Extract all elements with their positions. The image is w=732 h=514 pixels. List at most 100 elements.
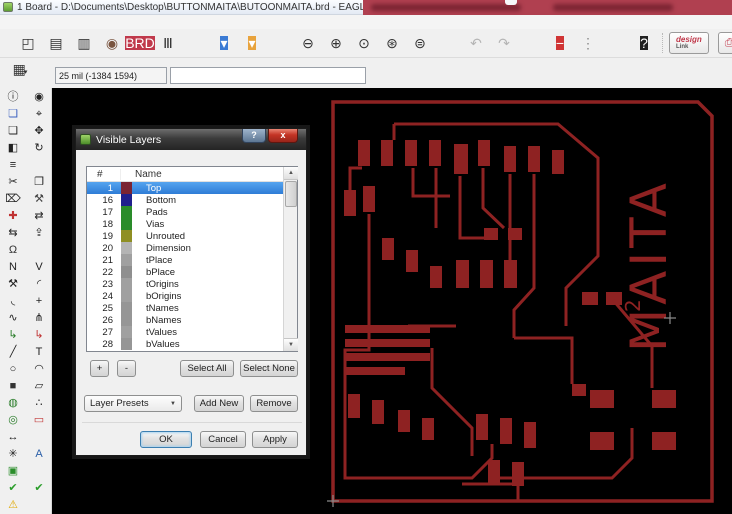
miter-corner-icon[interactable]: ◟ [0,293,26,310]
add-layer-plus-button[interactable]: + [90,360,109,377]
layer-row-vias[interactable]: 18 Vias [87,218,297,230]
show-eye-icon[interactable]: ◉ [26,89,52,106]
layer-row-torigins[interactable]: 23 tOrigins [87,278,297,290]
layer-row-bvalues[interactable]: 28 bValues [87,338,297,350]
move-icon[interactable]: ✥ [26,123,52,140]
layer-row-borigins[interactable]: 24 bOrigins [87,290,297,302]
copy-icon[interactable]: ❐ [26,174,52,191]
unlock-icon[interactable]: ⇪ [26,225,52,242]
scroll-down-arrow[interactable]: ▼ [284,338,298,351]
route-icon[interactable]: ↳ [0,327,26,344]
miter-icon[interactable]: ◜ [26,276,52,293]
zoom-actual-button[interactable]: ⊙ [352,32,376,54]
zoom-fit-button[interactable]: ⊜ [408,32,432,54]
mark-icon[interactable]: ⌖ [26,106,52,123]
library-button[interactable]: Ⅲ [156,32,180,54]
delete-icon[interactable]: ⌦ [0,191,26,208]
ok-button[interactable]: OK [140,431,192,448]
signal-icon[interactable]: ∴ [26,395,52,412]
pad-icon[interactable]: ◎ [0,412,26,429]
zoom-select-button[interactable]: ⊛ [380,32,404,54]
ratsnest-icon[interactable]: ✳ [0,446,26,463]
select-none-button[interactable]: Select None [240,360,298,377]
rect-icon[interactable]: ■ [0,378,26,395]
dialog-title-bar[interactable]: Visible Layers ? x [76,129,306,150]
drc-check-icon[interactable]: ✔ [26,480,52,497]
pinswap-icon[interactable]: ⇆ [0,225,26,242]
via-icon[interactable]: ◍ [0,395,26,412]
title-bar[interactable]: 1 Board - D:\Documents\Desktop\BUTTONMAI… [0,0,732,15]
smd-icon[interactable]: ▭ [26,412,52,429]
layer-list-scrollbar[interactable]: ▲ ▼ [283,167,298,351]
apply-button[interactable]: Apply [252,431,298,448]
erc-check-icon[interactable]: ✔ [0,480,26,497]
ripup-icon[interactable]: ↳ [26,327,52,344]
align-icon[interactable]: ≡ [0,157,26,174]
lock-icon[interactable]: Ω [0,242,26,259]
drc-grid-icon[interactable]: ▣ [0,463,26,480]
export-image-button[interactable]: ◉ [100,32,124,54]
text-icon[interactable]: T [26,344,52,361]
wire-icon[interactable]: ╱ [0,344,26,361]
cut-icon[interactable]: ✂ [0,174,26,191]
sep[interactable] [436,32,460,54]
layer-presets-combo[interactable]: Layer Presets ▼ [84,395,182,412]
zoom-in-button[interactable]: ⊕ [324,32,348,54]
meander-icon[interactable]: ∿ [0,310,26,327]
replace-icon[interactable]: ⇄ [26,208,52,225]
smash-icon[interactable]: ⚒ [0,276,26,293]
dialog-help-button[interactable]: ? [242,129,266,143]
cancel-button[interactable]: Cancel [200,431,246,448]
scroll-up-arrow[interactable]: ▲ [284,167,298,180]
layer-row-tnames[interactable]: 25 tNames [87,302,297,314]
select-all-button[interactable]: Select All [180,360,234,377]
sep[interactable] [520,32,544,54]
stop-button[interactable]: − [548,32,572,54]
redo-button[interactable]: ↷ [492,32,516,54]
name-icon[interactable]: N [0,259,26,276]
display-layers-icon[interactable]: ❏ [0,106,26,123]
change-wrench-icon[interactable]: ⚒ [26,191,52,208]
load-sch-button[interactable]: ▾ [212,32,236,54]
circle-icon[interactable]: ○ [0,361,26,378]
save-button[interactable]: ▤ [44,32,68,54]
scrollbar-thumb[interactable] [285,181,297,207]
arc-icon[interactable]: ◠ [26,361,52,378]
optimize-icon[interactable]: + [26,293,52,310]
layer-row-dimension[interactable]: 20 Dimension [87,242,297,254]
load-brd-button[interactable]: ▾ [240,32,264,54]
layer-row-bnames[interactable]: 26 bNames [87,314,297,326]
split-icon[interactable]: ⋔ [26,310,52,327]
remove-button[interactable]: Remove [250,395,298,412]
group-select-icon[interactable]: ❏ [0,123,26,140]
rotate-icon[interactable]: ↻ [26,140,52,157]
undo-button[interactable]: ↶ [464,32,488,54]
layer-row-unrouted[interactable]: 19 Unrouted [87,230,297,242]
open-button[interactable]: ◰ [16,32,40,54]
layer-row-bplace[interactable]: 22 bPlace [87,266,297,278]
sep[interactable] [604,32,628,54]
grid-button[interactable]: ▦ ▾ [7,59,33,79]
add-part-icon[interactable]: ✚ [0,208,26,225]
layer-row-bottom[interactable]: 16 Bottom [87,194,297,206]
layer-row-pads[interactable]: 17 Pads [87,206,297,218]
layer-row-top[interactable]: 1 Top [87,182,297,194]
help-button[interactable]: ? [632,32,656,54]
zoom-out-button[interactable]: ⊖ [296,32,320,54]
pcb-quote-button[interactable]: ⎙ PCBQUOTE [717,32,732,54]
run-status-dots[interactable]: ⋮ [576,32,600,54]
sep[interactable] [184,32,208,54]
layer-row-tvalues[interactable]: 27 tValues [87,326,297,338]
sch-brd-switch-button[interactable]: BRD [125,32,155,54]
autoroute-icon[interactable]: A [26,446,52,463]
sep[interactable] [268,32,292,54]
hole-icon[interactable]: ↔ [0,429,26,446]
errors-warning-icon[interactable]: ⚠ [0,497,26,514]
polygon-icon[interactable]: ▱ [26,378,52,395]
command-input[interactable] [170,67,366,84]
layer-row-tplace[interactable]: 21 tPlace [87,254,297,266]
dialog-close-button[interactable]: x [268,129,298,143]
add-new-button[interactable]: Add New [194,395,244,412]
value-icon[interactable]: V [26,259,52,276]
remove-layer-minus-button[interactable]: - [117,360,136,377]
